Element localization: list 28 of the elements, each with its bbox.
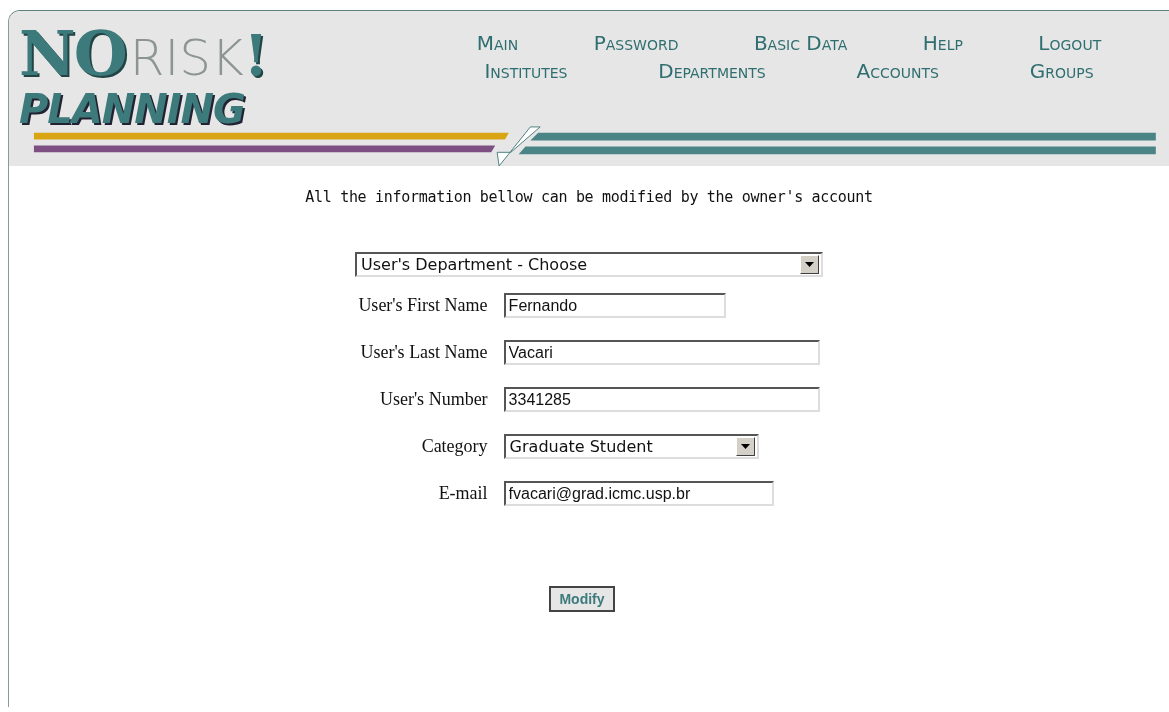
nav-link[interactable]: Help — [922, 31, 963, 55]
field-label: User's Number — [379, 389, 488, 410]
text-field[interactable]: Fernando — [503, 293, 726, 318]
text-field[interactable]: fvacari@grad.icmc.usp.br — [503, 481, 774, 506]
field-label: E-mail — [438, 483, 488, 504]
dropdown-button[interactable] — [735, 437, 755, 456]
category-dropdown[interactable]: Graduate Student — [503, 434, 759, 459]
caret-icon — [740, 444, 750, 449]
field-label: User's Last Name — [360, 342, 488, 363]
text-field[interactable]: 3341285 — [503, 387, 820, 412]
logo-text: RISK — [129, 29, 244, 87]
dropdown-button[interactable] — [800, 255, 819, 274]
nav-link[interactable]: Logout — [1038, 31, 1102, 55]
field-label: Category — [421, 436, 488, 457]
modify-button[interactable]: Modify — [549, 586, 615, 612]
nav-link[interactable]: Main — [476, 31, 519, 55]
text-field[interactable]: Vacari — [503, 340, 820, 365]
nav-link[interactable]: Groups — [1029, 59, 1094, 83]
notice-text: All the information bellow can be modified by the owner's account — [305, 188, 873, 206]
field-label: User's First Name — [358, 295, 488, 316]
nav-link[interactable]: Accounts — [856, 59, 939, 83]
nav-link[interactable]: Departments — [658, 59, 766, 83]
logo-text: ! — [243, 22, 269, 88]
department-dropdown[interactable]: User's Department - Choose — [355, 252, 823, 277]
nav-link[interactable]: Password — [593, 31, 679, 55]
nav-link[interactable]: Institutes — [484, 59, 568, 83]
nav-link[interactable]: Basic Data — [753, 31, 848, 55]
caret-icon — [805, 262, 814, 267]
